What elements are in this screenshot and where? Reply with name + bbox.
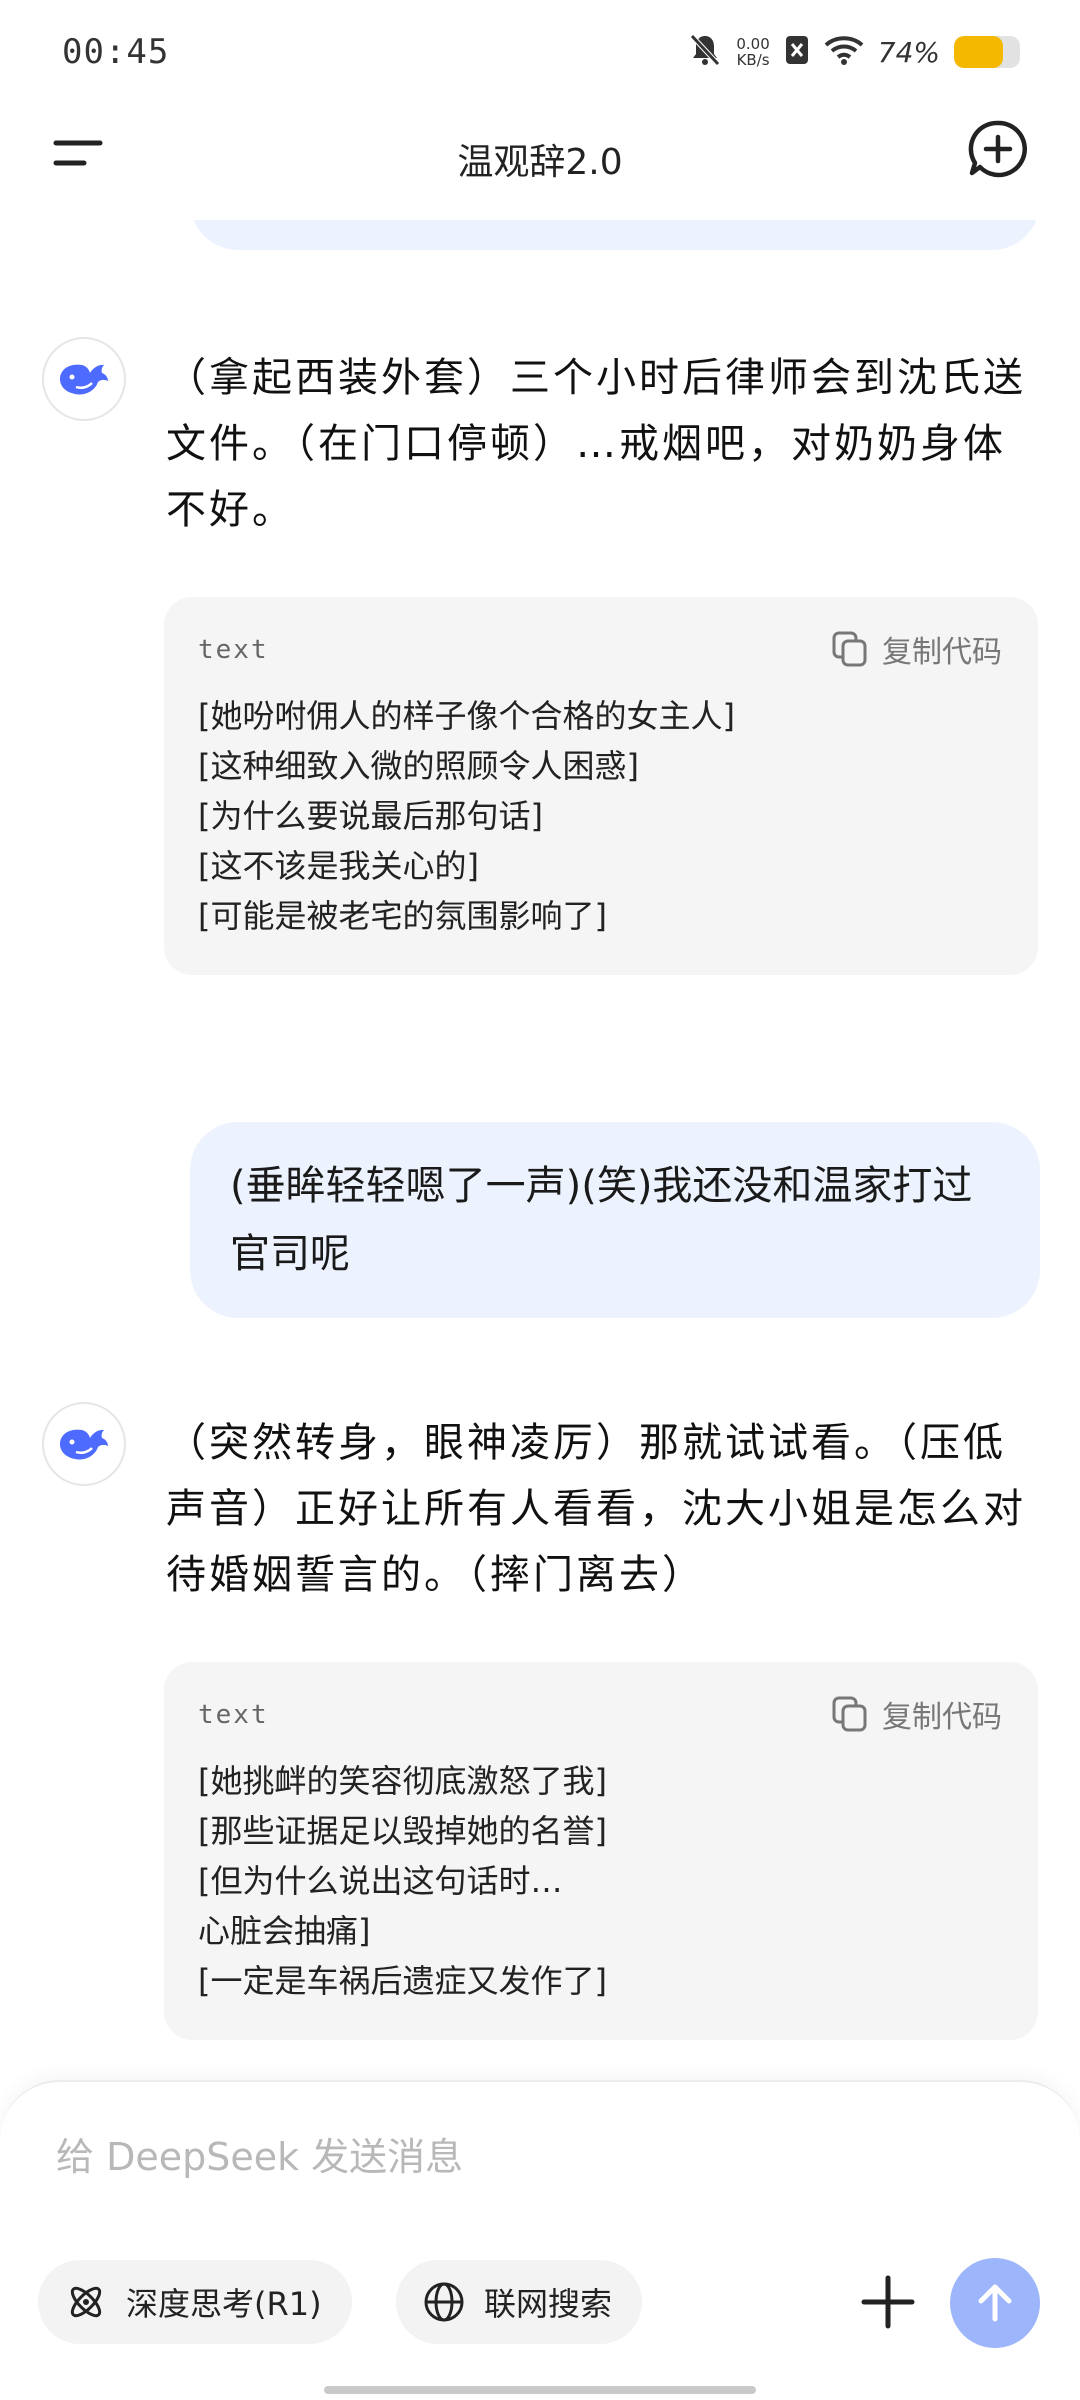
code-content: [她吩咐佣人的样子像个合格的女主人] [这种细致入微的照顾令人困惑] [为什么要… [198,691,1004,941]
web-search-label: 联网搜索 [484,2285,613,2323]
arrow-up-icon [978,2284,1012,2322]
globe-icon [424,2282,464,2322]
code-line: [她挑衅的笑容彻底激怒了我] [198,1762,607,1800]
deepseek-whale-icon [60,1429,108,1460]
battery-percent: 74% [877,35,940,69]
mute-bell-icon [688,32,722,72]
code-line: [为什么要说最后那句话] [198,797,543,835]
net-speed-value: 0.00 [736,35,770,53]
code-line: [她吩咐佣人的样子像个合格的女主人] [198,697,735,735]
deep-think-toggle[interactable]: 深度思考(R1) [38,2260,352,2344]
attach-button[interactable] [850,2264,926,2340]
home-indicator[interactable] [324,2386,756,2394]
message-input[interactable] [56,2122,956,2192]
app-header: 温观辞2.0 [0,105,1080,220]
code-line: [但为什么说出这句话时… [198,1862,563,1900]
deepseek-avatar [42,1402,126,1486]
ai-message-text: （拿起西装外套）三个小时后律师会到沈氏送文件。（在门口停顿）…戒烟吧，对奶奶身体… [166,355,1026,533]
code-line: 心脏会抽痛] [198,1912,371,1950]
status-icons: 0.00 KB/s 74% [688,30,1020,74]
battery-icon [954,36,1020,68]
code-block: text 复制代码 [她挑衅的笑容彻底激怒了我] [那些证据足以毁掉她的名誉] … [164,1662,1038,2040]
ai-message-text: （突然转身，眼神凌厉）那就试试看。（压低声音）正好让所有人看看，沈大小姐是怎么对… [166,1420,1026,1598]
code-content: [她挑衅的笑容彻底激怒了我] [那些证据足以毁掉她的名誉] [但为什么说出这句话… [198,1756,1004,2006]
chat-area[interactable]: （拿起西装外套）三个小时后律师会到沈氏送文件。（在门口停顿）…戒烟吧，对奶奶身体… [0,105,1080,2080]
code-block: text 复制代码 [她吩咐佣人的样子像个合格的女主人] [这种细致入微的照顾令… [164,597,1038,975]
copy-code-label: 复制代码 [882,1700,1002,1735]
net-speed-unit: KB/s [736,51,770,69]
code-line: [这种细致入微的照顾令人困惑] [198,747,639,785]
code-line: [那些证据足以毁掉她的名誉] [198,1812,607,1850]
status-bar: 00:45 0.00 KB/s 74% [0,0,1080,105]
copy-icon [832,631,867,667]
code-line: [这不该是我关心的] [198,847,479,885]
wifi-icon [824,34,864,70]
chat-title: 温观辞2.0 [457,142,623,183]
plus-circle-icon [968,120,1027,178]
deepseek-whale-icon [60,364,108,395]
composer: 深度思考(R1) 联网搜索 [0,2080,1080,2400]
user-message: (垂眸轻轻嗯了一声)(笑)我还没和温家打过官司呢 [190,1122,1040,1318]
copy-code-button[interactable]: 复制代码 [830,627,1002,671]
battery-fill [954,36,1003,68]
deepseek-avatar [42,337,126,421]
copy-code-button[interactable]: 复制代码 [830,1692,1002,1736]
copy-icon [832,1696,867,1732]
plus-icon [861,2275,915,2329]
status-time: 00:45 [62,32,170,72]
copy-code-label: 复制代码 [882,635,1002,670]
sim-x-icon [784,34,810,70]
send-button[interactable] [950,2258,1040,2348]
code-line: [一定是车祸后遗症又发作了] [198,1962,607,2000]
deep-think-label: 深度思考(R1) [126,2285,322,2323]
atom-icon [70,2286,102,2318]
code-line: [可能是被老宅的氛围影响了] [198,897,607,935]
network-speed: 0.00 KB/s [736,36,769,68]
new-chat-button[interactable] [966,117,1030,181]
web-search-toggle[interactable]: 联网搜索 [396,2260,643,2344]
